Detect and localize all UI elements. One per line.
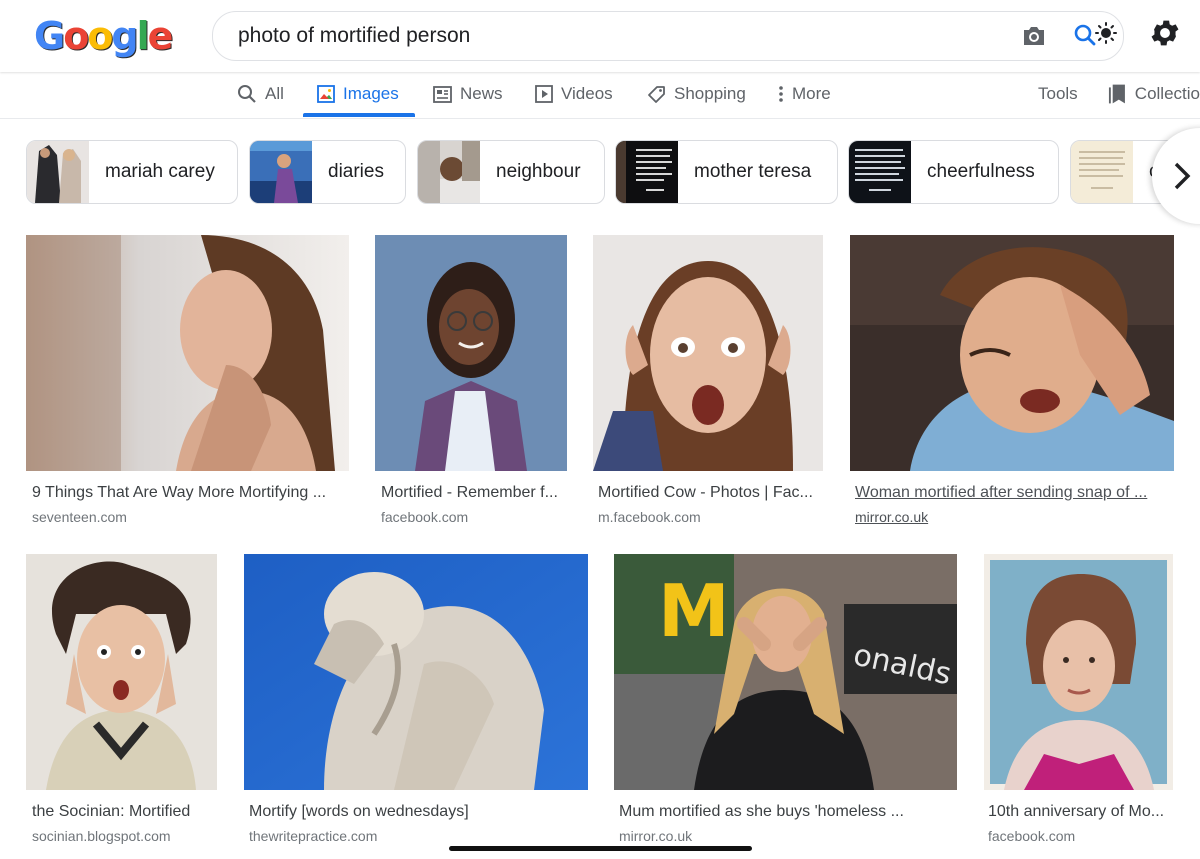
chip-cheerfulness[interactable]: cheerfulness	[848, 140, 1059, 204]
chip-thumbnail	[616, 141, 678, 203]
tab-videos[interactable]: Videos	[535, 72, 613, 116]
result-title[interactable]: Mum mortified as she buys 'homeless ...	[619, 803, 949, 821]
images-icon	[317, 85, 335, 103]
tab-label: All	[265, 84, 284, 103]
result-source: socinian.blogspot.com	[32, 828, 171, 844]
chip-label: cheerfulness	[927, 161, 1035, 182]
result-image[interactable]	[593, 235, 823, 471]
mcdonalds-sign-text: M	[658, 569, 730, 653]
chip-diaries[interactable]: diaries	[249, 140, 406, 204]
result-image[interactable]	[984, 554, 1173, 790]
result-image[interactable]: Monalds	[614, 554, 957, 790]
result-source: thewritepractice.com	[249, 828, 378, 844]
search-lens-icon[interactable]	[1073, 22, 1119, 50]
result-image[interactable]	[244, 554, 588, 790]
tab-more[interactable]: More	[778, 72, 831, 116]
chip-label: mariah carey	[105, 161, 215, 182]
chip-thumbnail	[27, 141, 89, 203]
bookmark-icon	[1108, 84, 1125, 104]
tab-images[interactable]: Images	[317, 72, 399, 116]
active-tab-indicator	[303, 113, 415, 117]
settings-gear-icon[interactable]	[1148, 16, 1182, 50]
result-title[interactable]: Mortified Cow - Photos | Fac...	[598, 484, 818, 502]
result-source: m.facebook.com	[598, 509, 701, 525]
tab-label: Images	[343, 84, 399, 103]
search-icon	[238, 85, 256, 103]
tab-label: News	[460, 84, 503, 103]
more-vert-icon	[779, 86, 783, 102]
news-icon	[433, 85, 452, 103]
chevron-right-icon	[1174, 162, 1191, 190]
chip-neighbour[interactable]: neighbour	[417, 140, 605, 204]
result-source: mirror.co.uk	[855, 509, 929, 525]
tab-label: Shopping	[674, 84, 746, 103]
chip-label: diaries	[328, 161, 384, 182]
collections-label: Collectio	[1134, 84, 1200, 103]
tab-news[interactable]: News	[433, 72, 503, 116]
tab-all[interactable]: All	[237, 72, 284, 116]
chip-thumbnail	[849, 141, 911, 203]
result-title[interactable]: the Socinian: Mortified	[32, 803, 212, 821]
tag-icon	[648, 85, 665, 103]
tab-label: More	[792, 84, 831, 103]
chip-thumbnail	[1071, 141, 1133, 203]
camera-icon[interactable]	[1021, 24, 1047, 48]
home-indicator[interactable]	[449, 846, 752, 851]
result-source: mirror.co.uk	[619, 828, 693, 844]
result-image[interactable]	[26, 554, 217, 790]
header: Google	[0, 0, 1200, 72]
videos-icon	[535, 85, 553, 103]
chip-mother-teresa[interactable]: mother teresa	[615, 140, 838, 204]
result-title[interactable]: Mortify [words on wednesdays]	[249, 803, 579, 821]
tools-button[interactable]: Tools	[1038, 72, 1078, 116]
search-box[interactable]	[212, 11, 1124, 61]
result-title[interactable]: Mortified - Remember f...	[381, 484, 561, 502]
chip-thumbnail	[418, 141, 480, 203]
chip-label: neighbour	[496, 161, 581, 182]
result-source: facebook.com	[381, 509, 469, 525]
chip-thumbnail	[250, 141, 312, 203]
tabs-bar: All Images News Videos Shopping More Too…	[0, 72, 1200, 119]
collections-button[interactable]: Collectio	[1108, 72, 1200, 116]
result-source: facebook.com	[988, 828, 1076, 844]
search-input[interactable]	[238, 22, 998, 50]
result-title[interactable]: Woman mortified after sending snap of ..…	[855, 484, 1165, 502]
result-title[interactable]: 9 Things That Are Way More Mortifying ..…	[32, 484, 342, 502]
tab-shopping[interactable]: Shopping	[647, 72, 746, 116]
result-image[interactable]	[26, 235, 349, 471]
result-image[interactable]	[850, 235, 1174, 471]
google-doodle-logo[interactable]: Google	[34, 14, 173, 58]
tab-label: Videos	[561, 84, 613, 103]
chip-label: mother teresa	[694, 161, 812, 182]
result-title[interactable]: 10th anniversary of Mo...	[988, 803, 1168, 821]
chip-mariah-carey[interactable]: mariah carey	[26, 140, 238, 204]
result-source: seventeen.com	[32, 509, 127, 525]
tools-label: Tools	[1038, 84, 1078, 103]
result-image[interactable]	[375, 235, 567, 471]
